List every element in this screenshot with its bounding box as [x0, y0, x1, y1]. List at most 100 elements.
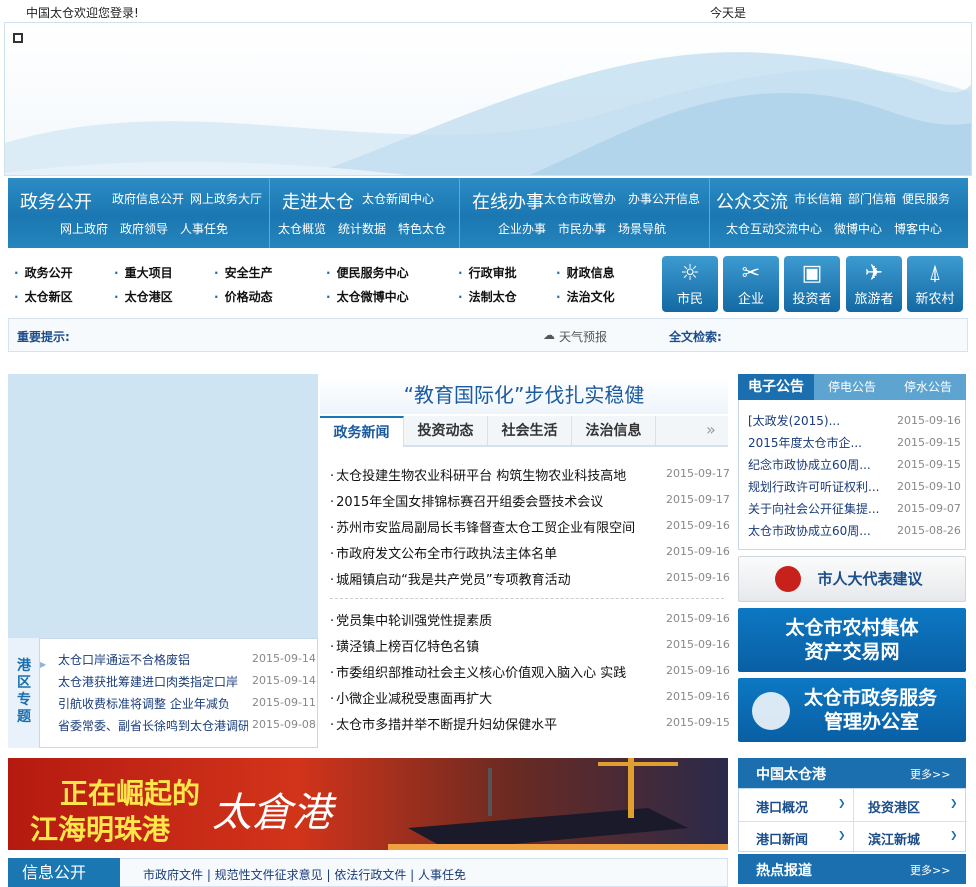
- tc-port-cell[interactable]: 滨江新城: [868, 829, 920, 848]
- nav-link[interactable]: 太仓市政管办: [544, 190, 616, 207]
- port-ad-banner[interactable]: 正在崛起的 江海明珠港 太倉港: [8, 758, 728, 850]
- quick-link[interactable]: 重大项目: [114, 264, 173, 281]
- nav-link[interactable]: 太仓互动交流中心: [726, 220, 822, 237]
- info-links[interactable]: 市政府文件 | 规范性文件征求意见 | 依法行政文件 | 人事任免: [143, 866, 466, 883]
- nav-link[interactable]: 特色太仓: [398, 220, 446, 237]
- nav-link[interactable]: 博客中心: [894, 220, 942, 237]
- nav-link[interactable]: 便民服务: [902, 190, 950, 207]
- audience-investor-button[interactable]: ▣ 投资者: [784, 256, 840, 312]
- port-topic-tag[interactable]: 港区专题: [8, 638, 40, 748]
- notice-item[interactable]: [太政发(2015)...: [748, 412, 888, 429]
- more-link[interactable]: 更多>>: [910, 766, 950, 782]
- port-news-date: 2015-09-11: [252, 696, 316, 709]
- nav-link[interactable]: 政府信息公开: [112, 190, 184, 207]
- more-link[interactable]: 更多>>: [910, 862, 950, 878]
- quick-link[interactable]: 便民服务中心: [326, 264, 409, 281]
- double-chevron-right-icon[interactable]: »: [706, 420, 716, 439]
- notice-date: 2015-09-16: [897, 414, 961, 427]
- top-bar: 中国太仓欢迎您登录! 今天是: [0, 0, 976, 22]
- news-item[interactable]: 小微企业减税受惠面再扩大: [330, 688, 655, 707]
- news-item[interactable]: 苏州市安监局副局长韦锋督查太仓工贸企业有限空间: [330, 517, 655, 536]
- audience-enterprise-button[interactable]: ✂ 企业: [723, 256, 779, 312]
- notice-item[interactable]: 规划行政许可听证权利...: [748, 478, 888, 495]
- nav-link[interactable]: 办事公开信息: [628, 190, 700, 207]
- quick-link[interactable]: 价格动态: [214, 288, 273, 305]
- news-item[interactable]: 市政府发文公布全市行政执法主体名单: [330, 543, 655, 562]
- news-item[interactable]: 太仓投建生物农业科研平台 构筑生物农业科技高地: [330, 465, 655, 484]
- chevron-right-icon: ❯: [950, 831, 958, 841]
- quick-link[interactable]: 政务公开: [14, 264, 73, 281]
- focus-image[interactable]: [8, 374, 318, 638]
- tab-social-life[interactable]: 社会生活: [488, 416, 572, 447]
- notice-label: 重要提示:: [17, 330, 70, 344]
- tab-legal-info[interactable]: 法治信息: [572, 416, 656, 447]
- notice-item[interactable]: 太仓市政协成立60周...: [748, 522, 888, 539]
- tab-water-notice[interactable]: 停水公告: [890, 374, 966, 400]
- nav-title-public-exchange[interactable]: 公众交流: [716, 188, 788, 214]
- nav-title-gov-open[interactable]: 政务公开: [20, 188, 92, 214]
- header-banner: [4, 22, 972, 176]
- quick-link[interactable]: 法制太仓: [458, 288, 517, 305]
- tower-icon: ⍋: [928, 261, 942, 286]
- headline-title[interactable]: “教育国际化”步伐扎实稳健: [320, 376, 728, 414]
- nav-link[interactable]: 微博中心: [834, 220, 882, 237]
- npc-suggestion-button[interactable]: 市人大代表建议: [738, 556, 966, 602]
- tc-port-cell[interactable]: 港口新闻: [756, 829, 808, 848]
- port-news-item[interactable]: 省委常委、副省长徐鸣到太仓港调研: [58, 717, 248, 734]
- weather-link[interactable]: 天气预报: [559, 328, 607, 345]
- news-item[interactable]: 城厢镇启动“我是共产党员”专项教育活动: [330, 569, 655, 588]
- search-label: 全文检索:: [669, 330, 722, 344]
- nav-link[interactable]: 部门信箱: [848, 190, 896, 207]
- nav-link[interactable]: 市长信箱: [794, 190, 842, 207]
- news-item[interactable]: 璜泾镇上榜百亿特色名镇: [330, 636, 655, 655]
- nav-link[interactable]: 统计数据: [338, 220, 386, 237]
- tc-port-cell[interactable]: 港口概况: [756, 797, 808, 816]
- tc-port-header: 中国太仓港 更多>>: [738, 758, 966, 788]
- tab-e-notice[interactable]: 电子公告: [738, 374, 814, 400]
- nav-link[interactable]: 市民办事: [558, 220, 606, 237]
- news-item[interactable]: 太仓市多措并举不断提升妇幼保健水平: [330, 714, 655, 733]
- quick-link[interactable]: 太仓新区: [14, 288, 73, 305]
- notice-item[interactable]: 关于向社会公开征集提...: [748, 500, 888, 517]
- nav-link[interactable]: 企业办事: [498, 220, 546, 237]
- nav-link[interactable]: 网上政务大厅: [190, 190, 262, 207]
- news-date: 2015-09-16: [666, 519, 730, 532]
- tab-power-notice[interactable]: 停电公告: [814, 374, 890, 400]
- nav-link[interactable]: 场景导航: [618, 220, 666, 237]
- tab-investment[interactable]: 投资动态: [404, 416, 488, 447]
- quick-link[interactable]: 法治文化: [556, 288, 615, 305]
- tc-port-cell[interactable]: 投资港区: [868, 797, 920, 816]
- gov-service-office-button[interactable]: 太仓市政务服务 管理办公室: [738, 678, 966, 742]
- nav-title-enter-taicang[interactable]: 走进太仓: [282, 188, 354, 214]
- quick-link[interactable]: 行政审批: [458, 264, 517, 281]
- nav-link[interactable]: 网上政府: [60, 220, 108, 237]
- quick-link[interactable]: 安全生产: [214, 264, 273, 281]
- nav-link[interactable]: 太仓新闻中心: [362, 190, 434, 207]
- news-item[interactable]: 党员集中轮训强党性提素质: [330, 610, 655, 629]
- audience-citizen-button[interactable]: ☼ 市民: [662, 256, 718, 312]
- news-item[interactable]: 市委组织部推动社会主义核心价值观入脑入心 实践: [330, 662, 655, 681]
- port-news-item[interactable]: 太仓口岸通运不合格废铝: [58, 651, 248, 668]
- notice-item[interactable]: 纪念市政协成立60周...: [748, 456, 888, 473]
- quick-link[interactable]: 财政信息: [556, 264, 615, 281]
- news-date: 2015-09-16: [666, 690, 730, 703]
- audience-countryside-button[interactable]: ⍋ 新农村: [907, 256, 963, 312]
- nav-link[interactable]: 太仓概览: [278, 220, 326, 237]
- emblem-icon: [775, 566, 801, 592]
- nav-title-online-service[interactable]: 在线办事: [472, 188, 544, 214]
- nav-link[interactable]: 人事任免: [180, 220, 228, 237]
- port-news-date: 2015-09-14: [252, 674, 316, 687]
- nav-link[interactable]: 政府领导: [120, 220, 168, 237]
- nav-group-gov-open: 政务公开 政府信息公开 网上政务大厅 网上政府 政府领导 人事任免: [8, 178, 270, 248]
- port-news-item[interactable]: 引航收费标准将调整 企业年减负: [58, 695, 248, 712]
- quick-link[interactable]: 太仓微博中心: [326, 288, 409, 305]
- notice-item[interactable]: 2015年度太仓市企...: [748, 434, 888, 451]
- tools-icon: ✂: [741, 261, 761, 286]
- port-news-item[interactable]: 太仓港获批筹建进口肉类指定口岸: [58, 673, 248, 690]
- quick-link[interactable]: 太仓港区: [114, 288, 173, 305]
- tab-gov-news[interactable]: 政务新闻: [320, 416, 404, 447]
- news-item[interactable]: 2015年全国女排锦标赛召开组委会暨技术会议: [330, 491, 655, 510]
- welcome-text: 中国太仓欢迎您登录!: [26, 6, 139, 20]
- rural-asset-exchange-button[interactable]: 太仓市农村集体 资产交易网: [738, 608, 966, 672]
- audience-tourist-button[interactable]: ✈ 旅游者: [846, 256, 902, 312]
